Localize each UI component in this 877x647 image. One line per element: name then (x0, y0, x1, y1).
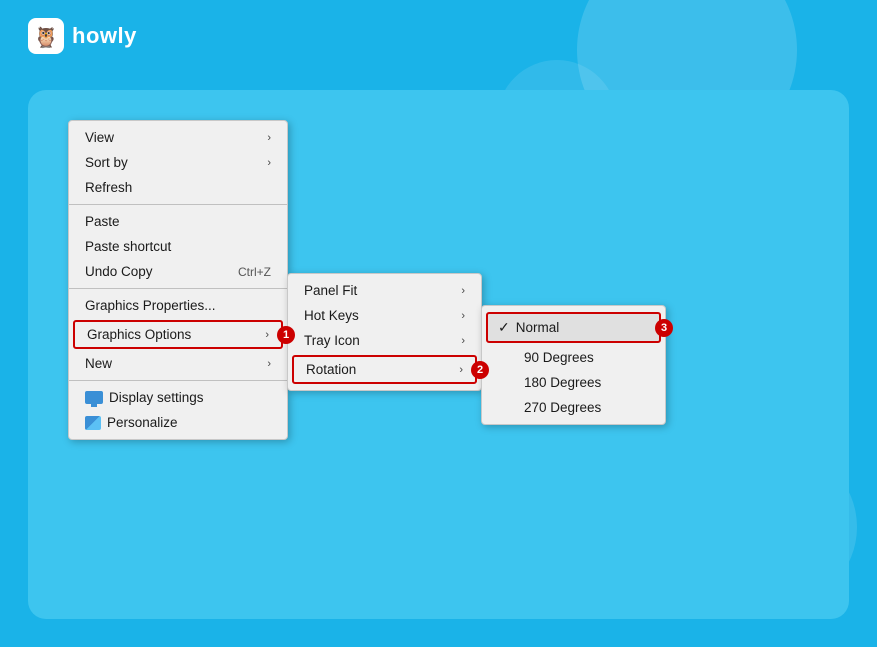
tray-icon-arrow-icon: › (461, 335, 465, 347)
submenu-rotation-normal-label: Normal (516, 320, 560, 335)
divider-2 (69, 288, 287, 289)
normal-checkmark-icon: ✓ (498, 319, 510, 336)
menu-item-graphics-properties[interactable]: Graphics Properties... (69, 293, 287, 318)
menu-item-personalize-label: Personalize (107, 415, 178, 430)
graphics-options-arrow-icon: › (265, 329, 269, 341)
badge-1: 1 (277, 326, 295, 344)
menu-item-graphics-properties-label: Graphics Properties... (85, 298, 216, 313)
submenu-rotation-270-label: 270 Degrees (524, 400, 601, 415)
submenu-rotation-270[interactable]: 270 Degrees (482, 395, 665, 420)
submenu-rotation-90[interactable]: 90 Degrees (482, 345, 665, 370)
menu-item-paste[interactable]: Paste (69, 209, 287, 234)
submenu-item-panel-fit[interactable]: Panel Fit › (288, 278, 481, 303)
divider-3 (69, 380, 287, 381)
new-arrow-icon: › (267, 358, 271, 370)
divider-1 (69, 204, 287, 205)
menu-item-graphics-options[interactable]: Graphics Options › 1 (73, 320, 283, 349)
menu-item-view-label: View (85, 130, 114, 145)
submenu-rotation-180-label: 180 Degrees (524, 375, 601, 390)
panel-fit-arrow-icon: › (461, 285, 465, 297)
menu-item-sort-by-label: Sort by (85, 155, 128, 170)
submenu-rotation-normal[interactable]: ✓ Normal 3 (486, 312, 661, 343)
submenu-item-hot-keys[interactable]: Hot Keys › (288, 303, 481, 328)
logo-text: howly (72, 23, 137, 49)
submenu-item-panel-fit-label: Panel Fit (304, 283, 357, 298)
submenu-item-hot-keys-label: Hot Keys (304, 308, 359, 323)
rotation-arrow-icon: › (459, 364, 463, 376)
submenu-item-tray-icon-label: Tray Icon (304, 333, 360, 348)
content-area: View › Sort by › Refresh Paste Paste sho… (28, 90, 849, 619)
menu-item-new-label: New (85, 356, 112, 371)
menu-item-undo-copy[interactable]: Undo Copy Ctrl+Z (69, 259, 287, 284)
menu-item-refresh-label: Refresh (85, 180, 132, 195)
submenu-rotation-180[interactable]: 180 Degrees (482, 370, 665, 395)
menus-container: View › Sort by › Refresh Paste Paste sho… (68, 120, 666, 440)
personalize-icon (85, 416, 101, 430)
howly-logo-icon: 🦉 (28, 18, 64, 54)
menu-item-view[interactable]: View › (69, 125, 287, 150)
menu-item-new[interactable]: New › (69, 351, 287, 376)
menu-item-paste-label: Paste (85, 214, 120, 229)
badge-2: 2 (471, 361, 489, 379)
menu-item-paste-shortcut-label: Paste shortcut (85, 239, 171, 254)
main-context-menu: View › Sort by › Refresh Paste Paste sho… (68, 120, 288, 440)
header: 🦉 howly (28, 18, 137, 54)
display-settings-icon (85, 391, 103, 404)
badge-3: 3 (655, 319, 673, 337)
view-arrow-icon: › (267, 132, 271, 144)
submenu-item-rotation[interactable]: Rotation › 2 (292, 355, 477, 384)
submenu-graphics-options: Panel Fit › Hot Keys › Tray Icon › Rotat… (287, 273, 482, 391)
submenu-item-tray-icon[interactable]: Tray Icon › (288, 328, 481, 353)
menu-item-display-settings[interactable]: Display settings (69, 385, 287, 410)
menu-item-refresh[interactable]: Refresh (69, 175, 287, 200)
sort-by-arrow-icon: › (267, 157, 271, 169)
svg-text:🦉: 🦉 (34, 26, 59, 49)
submenu-rotation: ✓ Normal 3 90 Degrees 180 Degrees (481, 305, 666, 425)
menu-item-sort-by[interactable]: Sort by › (69, 150, 287, 175)
menu-item-display-settings-label: Display settings (109, 390, 204, 405)
submenu-item-rotation-label: Rotation (306, 362, 356, 377)
menu-item-graphics-options-label: Graphics Options (87, 327, 191, 342)
undo-copy-shortcut: Ctrl+Z (238, 265, 271, 279)
hot-keys-arrow-icon: › (461, 310, 465, 322)
submenu-rotation-90-label: 90 Degrees (524, 350, 594, 365)
menu-item-paste-shortcut[interactable]: Paste shortcut (69, 234, 287, 259)
menu-item-personalize[interactable]: Personalize (69, 410, 287, 435)
menu-item-undo-copy-label: Undo Copy (85, 264, 153, 279)
